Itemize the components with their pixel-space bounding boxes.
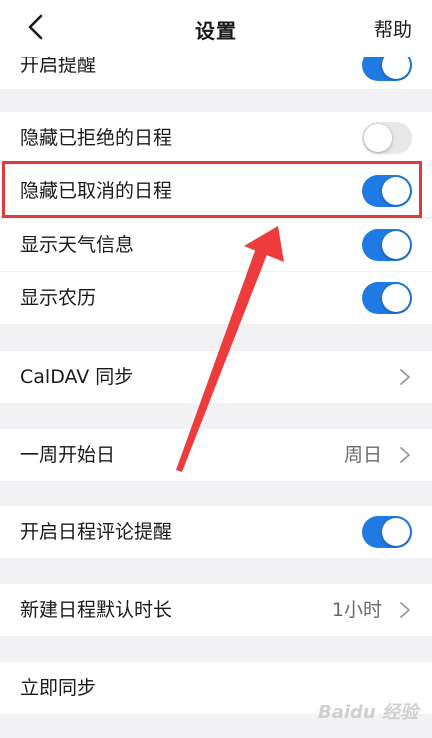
row-caldav[interactable]: CalDAV 同步: [0, 351, 432, 403]
row-label-caldav: CalDAV 同步: [20, 366, 134, 388]
watermark: Baidu 经验: [317, 702, 418, 723]
row-week-start[interactable]: 一周开始日 周日: [0, 429, 432, 481]
row-label-week-start: 一周开始日: [20, 444, 116, 466]
row-show-lunar: 显示农历: [0, 272, 432, 324]
row-hide-declined: 隐藏已拒绝的日程: [0, 112, 432, 164]
row-label-show-weather: 显示天气信息: [20, 234, 135, 256]
toggle-hide-cancelled[interactable]: [362, 175, 412, 207]
nav-bar: 设置 帮助: [0, 0, 432, 57]
chevron-right-icon: [400, 369, 410, 385]
row-value-default-duration: 1小时: [331, 599, 382, 621]
row-label-comment-reminder: 开启日程评论提醒: [20, 521, 173, 543]
toggle-knob: [382, 284, 410, 312]
row-show-weather: 显示天气信息: [0, 219, 432, 271]
toggle-show-weather[interactable]: [362, 229, 412, 261]
toggle-knob: [382, 231, 410, 259]
chevron-right-icon: [400, 447, 410, 463]
row-default-duration[interactable]: 新建日程默认时长 1小时: [0, 584, 432, 636]
toggle-show-lunar[interactable]: [362, 282, 412, 314]
row-comment-reminder: 开启日程评论提醒: [0, 506, 432, 558]
toggle-comment-reminder[interactable]: [362, 516, 412, 548]
chevron-right-icon: [400, 602, 410, 618]
row-hide-cancelled: 隐藏已取消的日程: [0, 165, 432, 217]
toggle-hide-declined[interactable]: [362, 122, 412, 154]
row-label-hide-declined: 隐藏已拒绝的日程: [20, 127, 173, 149]
row-label-sync-now: 立即同步: [20, 677, 97, 699]
help-button[interactable]: 帮助: [374, 15, 412, 42]
page-title: 设置: [195, 19, 237, 43]
row-label-show-lunar: 显示农历: [20, 287, 97, 309]
row-label-hide-cancelled: 隐藏已取消的日程: [20, 180, 173, 202]
toggle-knob: [364, 124, 392, 152]
row-value-week-start: 周日: [343, 444, 382, 466]
toggle-knob: [382, 518, 410, 546]
toggle-knob: [382, 177, 410, 205]
row-label-default-duration: 新建日程默认时长: [20, 599, 173, 621]
